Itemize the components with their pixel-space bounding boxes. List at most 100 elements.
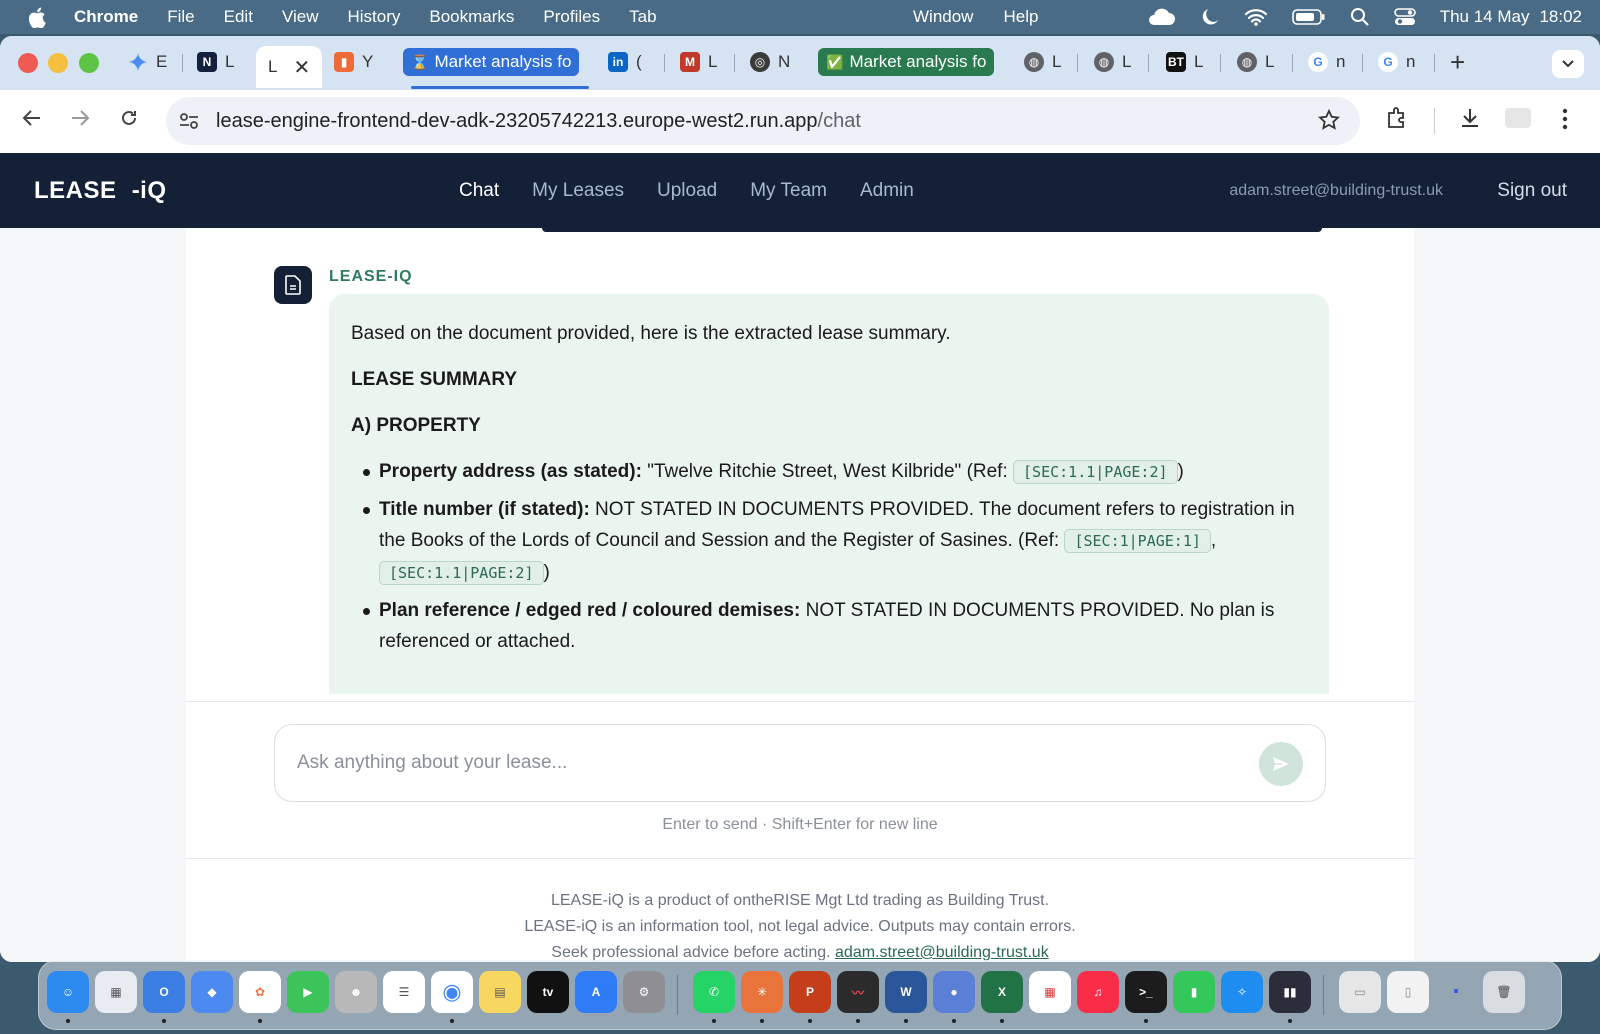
tab-y[interactable]: ▮ Y	[334, 48, 373, 76]
tab-market-analysis-2[interactable]: ✅ Market analysis fo	[818, 48, 995, 76]
user-email: adam.street@building-trust.uk	[1229, 181, 1443, 199]
tab-globe-2[interactable]: ◍ L	[1094, 48, 1131, 76]
google-icon: G	[1308, 52, 1328, 72]
reference-tag[interactable]: [SEC:1|PAGE:1]	[1064, 529, 1211, 553]
music-icon[interactable]: ♫	[1077, 971, 1119, 1013]
nav-admin[interactable]: Admin	[860, 180, 914, 202]
photos-icon[interactable]: ✿	[239, 971, 281, 1013]
sign-out-button[interactable]: Sign out	[1497, 180, 1567, 202]
menu-bar-time[interactable]: 18:02	[1539, 7, 1582, 27]
close-window-button[interactable]	[18, 53, 38, 73]
tab-google-1[interactable]: G n	[1308, 48, 1345, 76]
more-vertical-icon[interactable]	[1562, 108, 1568, 130]
menu-view[interactable]: View	[282, 7, 319, 27]
reminders-icon[interactable]: ☰	[383, 971, 425, 1013]
menu-bar-date[interactable]: Thu 14 May	[1440, 7, 1530, 27]
menu-help[interactable]: Help	[1003, 7, 1038, 27]
menu-bookmarks[interactable]: Bookmarks	[429, 7, 514, 27]
title-number-label: Title number (if stated):	[379, 499, 590, 520]
facetime-icon[interactable]: ▶	[287, 971, 329, 1013]
control-center-icon[interactable]	[1393, 7, 1416, 27]
terminal-icon[interactable]: >_	[1125, 971, 1167, 1013]
menu-window[interactable]: Window	[913, 7, 973, 27]
cloud-icon[interactable]	[1146, 7, 1176, 27]
message-input[interactable]: Ask anything about your lease...	[274, 724, 1326, 802]
reference-tag[interactable]: [SEC:1.1|PAGE:2]	[379, 561, 544, 585]
claude-icon[interactable]: ✳	[741, 971, 783, 1013]
whatsapp-icon[interactable]: ✆	[693, 971, 735, 1013]
menu-file[interactable]: File	[167, 7, 194, 27]
calendar-icon[interactable]: ▦	[1029, 971, 1071, 1013]
battery-icon[interactable]	[1291, 8, 1326, 26]
menu-profiles[interactable]: Profiles	[543, 7, 600, 27]
minimize-window-button[interactable]	[48, 53, 68, 73]
nav-my-team[interactable]: My Team	[750, 180, 827, 202]
reload-icon[interactable]	[119, 108, 139, 128]
composer-hint: Enter to send · Shift+Enter for new line	[662, 816, 938, 833]
moon-icon[interactable]	[1200, 7, 1220, 27]
menu-history[interactable]: History	[347, 7, 400, 27]
tab-linkedin[interactable]: in (	[608, 48, 642, 76]
tab-gemini[interactable]: E	[128, 48, 167, 76]
chrome-icon[interactable]: ◉	[431, 971, 473, 1013]
menu-app-name[interactable]: Chrome	[74, 7, 138, 27]
system-settings-icon[interactable]: ⚙	[623, 971, 665, 1013]
zoom-window-button[interactable]	[79, 53, 99, 73]
menu-edit[interactable]: Edit	[224, 7, 253, 27]
menu-tab[interactable]: Tab	[629, 7, 656, 27]
excel-icon[interactable]: X	[981, 971, 1023, 1013]
safari-icon[interactable]: ✧	[1221, 971, 1263, 1013]
voice-memos-icon[interactable]: 〰	[837, 971, 879, 1013]
extensions-puzzle-icon[interactable]	[1385, 106, 1409, 130]
close-tab-icon[interactable]: ✕	[293, 55, 310, 80]
profile-avatar-icon[interactable]	[1505, 108, 1531, 128]
bookmark-star-icon[interactable]	[1317, 108, 1341, 136]
download-icon[interactable]	[1458, 106, 1482, 130]
app-store-icon[interactable]: A	[575, 971, 617, 1013]
wifi-icon[interactable]	[1244, 8, 1268, 26]
app-logo[interactable]: LEASE -iQ	[34, 177, 167, 205]
launchpad-icon[interactable]: ▦	[95, 971, 137, 1013]
url-text[interactable]: lease-engine-frontend-dev-adk-2320574221…	[216, 110, 861, 133]
new-tab-icon[interactable]: +	[1450, 47, 1465, 77]
powerpoint-icon[interactable]: P	[789, 971, 831, 1013]
outlook-icon[interactable]: O	[143, 971, 185, 1013]
tab-label: L	[1265, 52, 1275, 71]
word-icon[interactable]: W	[885, 971, 927, 1013]
apple-tv-icon[interactable]: tv	[527, 971, 569, 1013]
small-window-icon[interactable]: ▪	[1435, 971, 1477, 1013]
tab-market-analysis-1[interactable]: ⌛ Market analysis fo	[403, 48, 580, 76]
apple-icon[interactable]	[28, 6, 48, 28]
tab-google-2[interactable]: G n	[1378, 48, 1415, 76]
address-bar[interactable]: lease-engine-frontend-dev-adk-2320574221…	[166, 97, 1360, 145]
contacts-icon[interactable]: ☻	[335, 971, 377, 1013]
tab-gmail-like[interactable]: M L	[680, 48, 717, 76]
footer-email-link[interactable]: adam.street@building-trust.uk	[835, 944, 1049, 961]
back-arrow-icon[interactable]	[22, 108, 42, 128]
ai-assistant-icon[interactable]: ●	[933, 971, 975, 1013]
tab-globe-1[interactable]: ◍ L	[1024, 48, 1061, 76]
preview-document-icon[interactable]: ▭	[1339, 971, 1381, 1013]
nav-upload[interactable]: Upload	[657, 180, 717, 202]
maps-icon[interactable]: ◆	[191, 971, 233, 1013]
trash-icon[interactable]: 🗑	[1483, 971, 1525, 1013]
nav-chat[interactable]: Chat	[459, 180, 499, 202]
site-settings-icon[interactable]	[178, 110, 200, 137]
reference-tag[interactable]: [SEC:1.1|PAGE:2]	[1013, 460, 1178, 484]
activity-monitor-icon[interactable]: ▮▮	[1269, 971, 1311, 1013]
nav-my-leases[interactable]: My Leases	[532, 180, 624, 202]
notes-icon[interactable]: ▤	[479, 971, 521, 1013]
tab-search-chevron-icon[interactable]	[1552, 50, 1584, 78]
search-icon[interactable]	[1350, 7, 1370, 27]
tab-bt[interactable]: BT L	[1166, 48, 1203, 76]
forward-arrow-icon[interactable]	[70, 108, 90, 128]
tab-current[interactable]: L ✕	[256, 46, 323, 88]
finder-icon[interactable]: ☺	[47, 971, 89, 1013]
numbers-icon[interactable]: ▮	[1173, 971, 1215, 1013]
tab-globe-3[interactable]: ◍ L	[1237, 48, 1274, 76]
tab-chatgpt[interactable]: ◎ N	[750, 48, 790, 76]
tab-n[interactable]: N L	[197, 48, 234, 76]
app-header: LEASE -iQ Chat My Leases Upload My Team …	[0, 153, 1600, 228]
send-button[interactable]	[1259, 742, 1303, 786]
downloads-folder-icon[interactable]: ▯	[1387, 971, 1429, 1013]
